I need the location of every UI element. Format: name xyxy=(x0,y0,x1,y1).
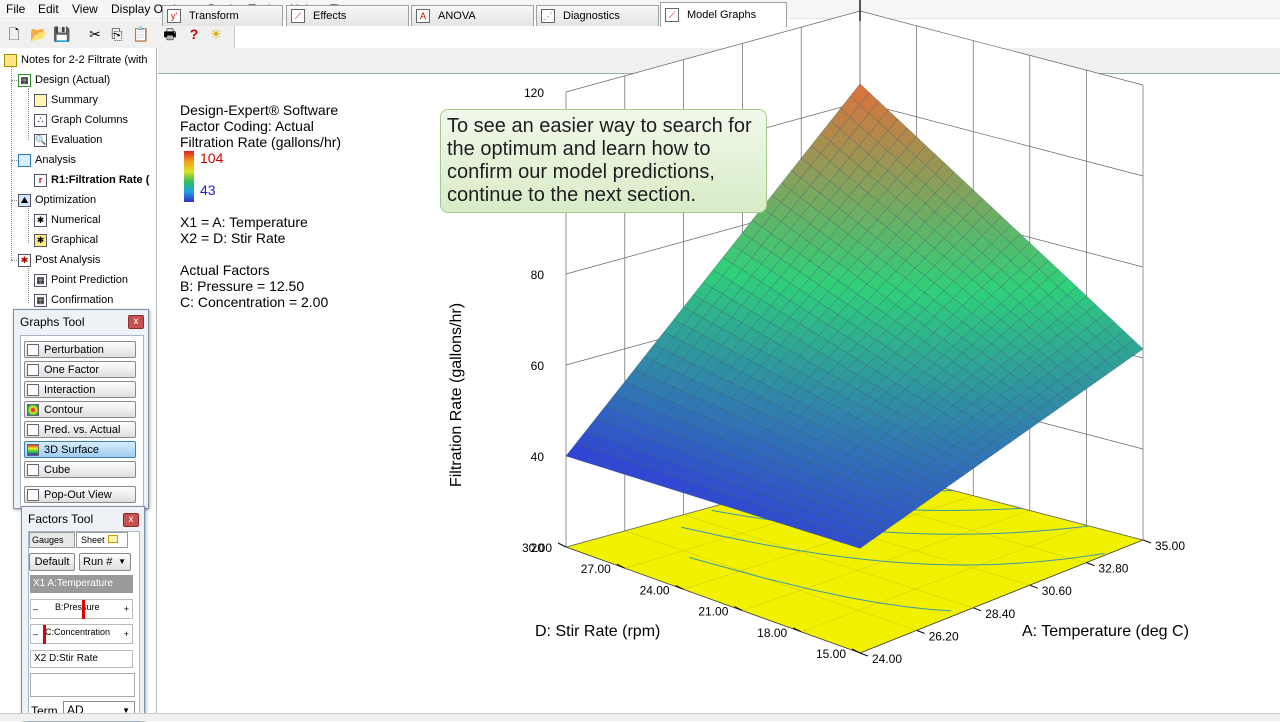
x-tick-label: 32.80 xyxy=(1098,562,1128,576)
y-tick-label: 18.00 xyxy=(757,626,787,640)
x-tick-mark xyxy=(1086,562,1095,567)
x-tick-label: 35.00 xyxy=(1155,539,1185,553)
x-tick-label: 28.40 xyxy=(985,607,1015,621)
z-tick-label: 40 xyxy=(531,450,545,464)
x-tick-mark xyxy=(973,607,982,612)
y-tick-label: 21.00 xyxy=(698,605,728,619)
z-tick-label: 60 xyxy=(531,359,545,373)
x-tick-mark xyxy=(1142,539,1152,544)
x-tick-label: 30.60 xyxy=(1042,584,1072,598)
x-tick-label: 26.20 xyxy=(929,629,959,643)
x-tick-mark xyxy=(916,629,925,634)
y-tick-label: 27.00 xyxy=(581,562,611,576)
y-tick-label: 30.00 xyxy=(522,541,552,555)
x-tick-label: 24.00 xyxy=(872,652,902,666)
model-graphs-icon: ⟋ xyxy=(665,8,679,22)
z-axis-label: Filtration Rate (gallons/hr) xyxy=(448,303,465,487)
y-tick-label: 15.00 xyxy=(816,647,846,661)
callout-text: To see an easier way to search for the o… xyxy=(447,115,752,206)
x-tick-mark xyxy=(859,652,869,657)
z-tick-label: 80 xyxy=(531,268,545,282)
y-tick-label: 24.00 xyxy=(640,583,670,597)
x-tick-mark xyxy=(1029,584,1038,589)
tab-label: Model Graphs xyxy=(687,9,757,21)
z-tick-label: 120 xyxy=(524,86,544,100)
tab-model-graphs[interactable]: ⟋ Model Graphs xyxy=(660,2,787,27)
y-axis-label: D: Stir Rate (rpm) xyxy=(535,623,660,640)
x-axis-label: A: Temperature (deg C) xyxy=(1022,623,1189,640)
status-bar xyxy=(0,713,1280,721)
y-tick-mark xyxy=(557,542,567,548)
tip-callout: To see an easier way to search for the o… xyxy=(440,109,767,213)
